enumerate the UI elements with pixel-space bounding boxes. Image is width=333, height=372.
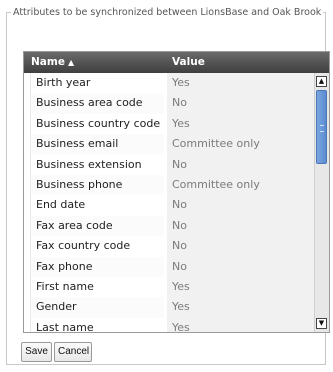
table-row[interactable]: Business extension No: [24, 154, 314, 175]
attribute-name: End date: [30, 195, 164, 216]
grid-rows: Birth year Yes Business area code No Bus…: [24, 73, 314, 332]
vertical-scrollbar[interactable]: ▲ ▼: [314, 73, 329, 332]
attribute-name: Last name: [30, 317, 164, 332]
column-header-value[interactable]: Value: [172, 52, 205, 73]
scroll-down-icon[interactable]: ▼: [316, 318, 327, 329]
table-row[interactable]: End date No: [24, 195, 314, 216]
table-row[interactable]: Gender Yes: [24, 297, 314, 318]
table-row[interactable]: Fax phone No: [24, 256, 314, 277]
save-button[interactable]: Save: [21, 342, 52, 362]
sort-ascending-icon: ▲: [67, 58, 75, 67]
table-row[interactable]: Fax country code No: [24, 236, 314, 257]
table-row[interactable]: Business country code Yes: [24, 113, 314, 135]
attribute-name: Fax country code: [30, 236, 164, 257]
attribute-value[interactable]: Yes: [167, 113, 314, 135]
attribute-value[interactable]: Committee only: [167, 134, 314, 155]
attribute-value[interactable]: Yes: [167, 297, 314, 318]
table-row[interactable]: Business email Committee only: [24, 134, 314, 155]
table-row[interactable]: Last name Yes: [24, 317, 314, 332]
scroll-up-icon[interactable]: ▲: [316, 76, 327, 87]
attribute-value[interactable]: No: [167, 195, 314, 216]
cancel-button[interactable]: Cancel: [54, 342, 92, 362]
attribute-name: Fax area code: [30, 215, 164, 237]
attribute-name: Fax phone: [30, 256, 164, 277]
attribute-name: Business area code: [30, 93, 164, 114]
attributes-grid: Name ▲ Value Birth year Yes Business area…: [23, 51, 330, 333]
attribute-name: Business email: [30, 134, 164, 155]
attribute-value[interactable]: No: [167, 256, 314, 277]
attribute-name: First name: [30, 276, 164, 298]
table-row[interactable]: Birth year Yes: [24, 73, 314, 94]
attribute-value[interactable]: No: [167, 236, 314, 257]
column-header-name[interactable]: Name ▲: [31, 52, 74, 73]
attribute-value[interactable]: Yes: [167, 73, 314, 94]
attribute-name: Gender: [30, 297, 164, 318]
table-row[interactable]: Business phone Committee only: [24, 174, 314, 196]
attribute-name: Business country code: [30, 113, 164, 135]
attribute-value[interactable]: Yes: [167, 317, 314, 332]
table-row[interactable]: First name Yes: [24, 276, 314, 298]
grid-header: Name ▲ Value: [24, 52, 329, 73]
attribute-value[interactable]: No: [167, 93, 314, 114]
attribute-value[interactable]: No: [167, 215, 314, 237]
attribute-name: Birth year: [30, 73, 164, 94]
column-header-name-label: Name: [31, 56, 65, 68]
scrollbar-thumb[interactable]: [316, 90, 327, 164]
attribute-value[interactable]: No: [167, 154, 314, 175]
attribute-name: Business phone: [30, 174, 164, 196]
attribute-value[interactable]: Yes: [167, 276, 314, 298]
attribute-name: Business extension: [30, 154, 164, 175]
table-row[interactable]: Business area code No: [24, 93, 314, 114]
attribute-value[interactable]: Committee only: [167, 174, 314, 196]
grip-icon: [320, 125, 324, 132]
fieldset-legend: Attributes to be synchronized between Li…: [11, 6, 324, 19]
table-row[interactable]: Fax area code No: [24, 215, 314, 237]
